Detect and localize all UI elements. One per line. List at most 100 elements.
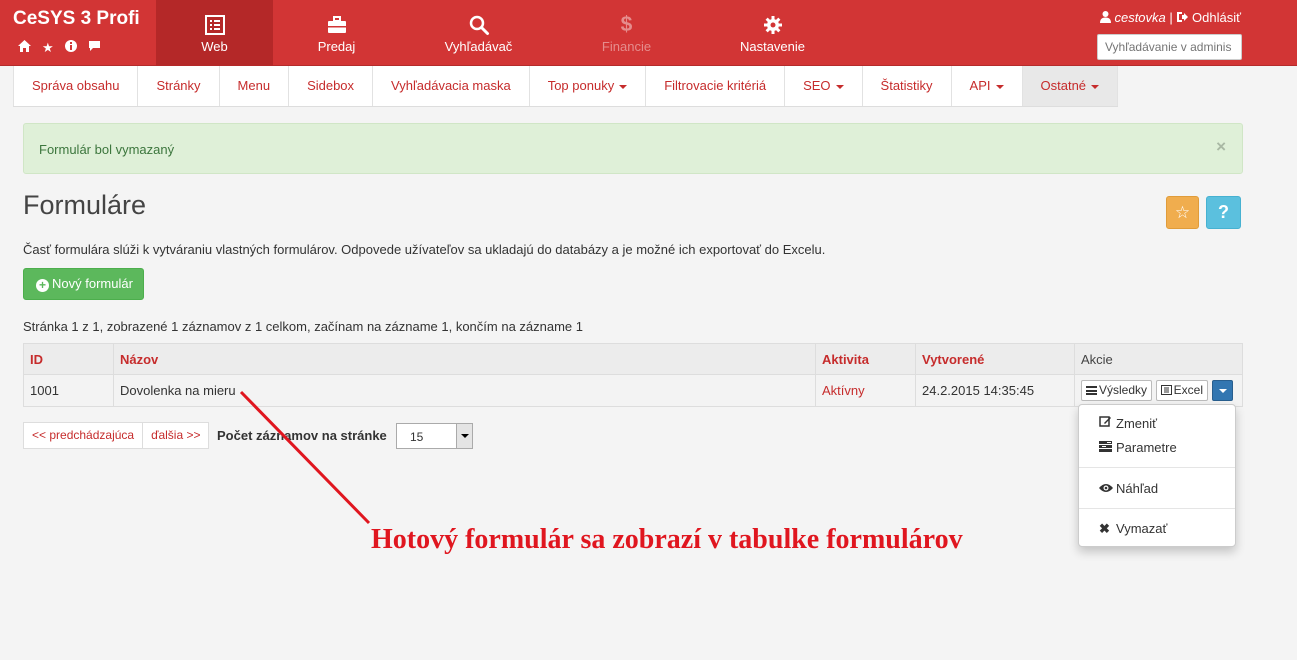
subnav-label: Sidebox — [307, 78, 355, 93]
next-page-button[interactable]: ďalšia >> — [143, 422, 210, 449]
menu-item-edit[interactable]: Zmeniť — [1099, 415, 1157, 431]
user-separator: | — [1169, 10, 1173, 25]
brand-icons: ★ — [18, 40, 101, 54]
secondary-nav: Správa obsahu Stránky Menu Sidebox Vyhľa… — [13, 66, 1119, 107]
cell-id: 1001 — [23, 374, 114, 407]
user-icon — [1099, 11, 1111, 23]
topnav-predaj-label: Predaj — [317, 39, 356, 54]
subnav-stranky[interactable]: Stránky — [138, 66, 220, 106]
page-description: Časť formulára slúži k vytváraniu vlastn… — [23, 242, 826, 257]
caret-down-icon — [1091, 84, 1100, 89]
subnav-api[interactable]: API — [952, 66, 1023, 106]
topnav-predaj[interactable]: Predaj — [278, 0, 395, 66]
per-page-value: 15 — [410, 430, 424, 444]
logout-icon — [1177, 12, 1189, 22]
menu-item-delete-label: Vymazať — [1116, 521, 1168, 536]
topnav-nastavenie-label: Nastavenie — [739, 39, 806, 54]
username-link[interactable]: cestovka — [1114, 10, 1165, 25]
user-area: cestovka | Odhlásiť — [1099, 10, 1241, 25]
subnav-label: Správa obsahu — [32, 78, 120, 93]
list-icon — [1086, 386, 1097, 395]
results-button[interactable]: Výsledky — [1081, 380, 1153, 401]
col-id[interactable]: ID — [23, 343, 114, 375]
admin-search-input[interactable] — [1097, 34, 1242, 60]
menu-item-preview[interactable]: Náhľad — [1099, 481, 1158, 496]
menu-divider — [1079, 467, 1235, 468]
topnav-financie: $ Financie — [568, 0, 685, 66]
search-icon — [469, 15, 489, 35]
subnav-label: Vyhľadávacia maska — [391, 78, 511, 93]
tasks-icon — [1099, 440, 1113, 455]
subnav-label: Top ponuky — [547, 78, 615, 93]
forms-table: ID Názov Aktivita Vytvorené Akcie 1001 D… — [23, 343, 1243, 407]
cell-actions: Výsledky Excel — [1074, 374, 1243, 407]
help-button[interactable]: ? — [1206, 196, 1241, 229]
new-form-button[interactable]: + Nový formulár — [23, 268, 144, 300]
caret-down-icon — [619, 84, 628, 89]
caret-down-icon — [995, 84, 1004, 89]
edit-icon — [1099, 415, 1113, 431]
col-name[interactable]: Názov — [113, 343, 816, 375]
subnav-sidebox[interactable]: Sidebox — [289, 66, 374, 106]
topnav-nastavenie[interactable]: Nastavenie — [714, 0, 831, 66]
subnav-label: Ostatné — [1040, 78, 1087, 93]
new-form-label: Nový formulár — [52, 276, 133, 291]
cell-name: Dovolenka na mieru — [113, 374, 816, 407]
top-bar: CeSYS 3 Profi ★ Web Predaj Vyhľadávač $ … — [0, 0, 1297, 66]
favorite-button[interactable]: ☆ — [1166, 196, 1199, 229]
gear-icon — [763, 16, 782, 34]
subnav-vyhladavacia-maska[interactable]: Vyhľadávacia maska — [373, 66, 530, 106]
excel-label: Excel — [1173, 383, 1203, 397]
info-icon[interactable] — [64, 40, 77, 54]
menu-item-delete[interactable]: ✖ Vymazať — [1099, 521, 1167, 537]
list-alt-icon — [204, 15, 225, 35]
menu-item-params[interactable]: Parametre — [1099, 440, 1177, 455]
subnav-statistiky[interactable]: Štatistiky — [863, 66, 952, 106]
menu-divider — [1079, 508, 1235, 509]
subnav-label: Štatistiky — [880, 78, 933, 93]
menu-item-edit-label: Zmeniť — [1116, 416, 1157, 431]
logout-link[interactable]: Odhlásiť — [1192, 10, 1241, 25]
per-page-label: Počet záznamov na stránke — [217, 428, 387, 443]
subnav-menu[interactable]: Menu — [220, 66, 290, 106]
results-label: Výsledky — [1099, 383, 1148, 397]
comment-icon[interactable] — [88, 40, 101, 54]
table-header-row: ID Názov Aktivita Vytvorené Akcie — [23, 343, 1243, 375]
excel-icon — [1160, 385, 1172, 395]
subnav-label: Stránky — [156, 78, 201, 93]
actions-dropdown-toggle[interactable] — [1211, 380, 1233, 401]
cell-activity[interactable]: Aktívny — [815, 374, 916, 407]
subnav-sprava-obsahu[interactable]: Správa obsahu — [13, 66, 139, 106]
subnav-label: API — [969, 78, 991, 93]
subnav-ostatne[interactable]: Ostatné — [1022, 66, 1119, 106]
col-activity[interactable]: Aktivita — [815, 343, 916, 375]
per-page-select[interactable]: 15 — [396, 423, 473, 449]
success-alert: Formulár bol vymazaný × — [23, 123, 1243, 174]
excel-button[interactable]: Excel — [1155, 380, 1208, 401]
home-icon[interactable] — [18, 40, 31, 54]
table-row: 1001 Dovolenka na mieru Aktívny 24.2.201… — [23, 374, 1243, 407]
subnav-seo[interactable]: SEO — [785, 66, 863, 106]
subnav-top-ponuky[interactable]: Top ponuky — [530, 66, 647, 106]
eye-icon — [1099, 481, 1113, 496]
actions-dropdown-menu: Zmeniť Parametre Náhľad ✖ Vymazať — [1078, 404, 1236, 547]
annotation-text: Hotový formulár sa zobrazí v tabulke for… — [371, 524, 963, 555]
brand-title[interactable]: CeSYS 3 Profi — [13, 8, 140, 30]
caret-down-icon — [835, 84, 844, 89]
topnav-web[interactable]: Web — [156, 0, 273, 66]
star-icon[interactable]: ★ — [42, 41, 54, 54]
prev-page-button[interactable]: << predchádzajúca — [23, 422, 144, 449]
col-created[interactable]: Vytvorené — [915, 343, 1075, 375]
topnav-vyhladavac[interactable]: Vyhľadávač — [420, 0, 537, 66]
topnav-web-label: Web — [201, 39, 228, 54]
alert-close-button[interactable]: × — [1216, 137, 1226, 157]
subnav-label: Menu — [237, 78, 271, 93]
select-arrow-icon — [456, 424, 472, 448]
menu-item-params-label: Parametre — [1116, 440, 1177, 455]
subnav-filtrovacie-kriteria[interactable]: Filtrovacie kritériá — [646, 66, 786, 106]
pagination-info: Stránka 1 z 1, zobrazené 1 záznamov z 1 … — [23, 319, 584, 334]
remove-icon: ✖ — [1099, 521, 1110, 536]
cell-created: 24.2.2015 14:35:45 — [915, 374, 1075, 407]
col-actions: Akcie — [1074, 343, 1243, 375]
page-title: Formuláre — [23, 190, 147, 220]
